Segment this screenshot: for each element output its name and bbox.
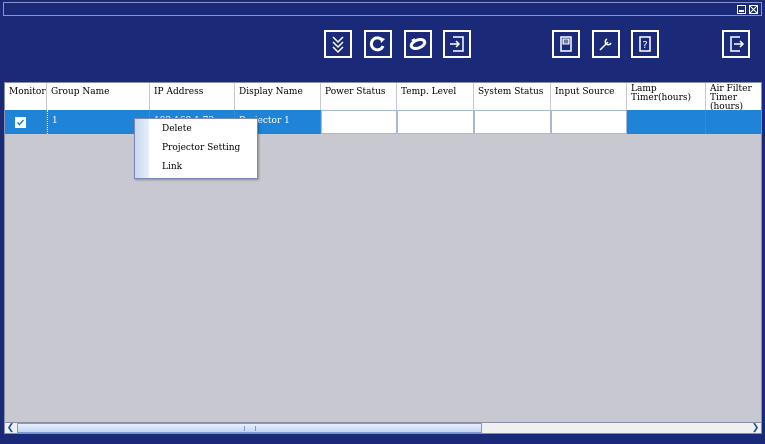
- column-header-display-name[interactable]: Display Name: [235, 83, 321, 110]
- wrench-icon: [599, 38, 612, 51]
- scroll-left-icon[interactable]: ❮: [5, 423, 16, 433]
- system-status-cell: [474, 110, 551, 134]
- settings-button[interactable]: [592, 30, 620, 58]
- table-header: Monitor Group Name IP Address Display Na…: [5, 83, 761, 111]
- column-header-group-name[interactable]: Group Name: [47, 83, 150, 110]
- import-icon: [450, 36, 464, 52]
- help-button[interactable]: ?: [631, 30, 659, 58]
- column-header-power-status[interactable]: Power Status: [321, 83, 397, 110]
- column-header-monitor[interactable]: Monitor: [5, 83, 47, 110]
- help-icon: ?: [639, 36, 651, 52]
- exit-button[interactable]: [722, 30, 750, 58]
- lamp-timer-cell: [627, 110, 706, 134]
- table-row[interactable]: 1 192.168.1.73 Projector 1: [5, 110, 761, 134]
- monitor-checkbox[interactable]: [15, 117, 26, 128]
- svg-text:?: ?: [642, 40, 647, 51]
- refresh-button[interactable]: [364, 30, 392, 58]
- scroll-right-icon[interactable]: ❯: [750, 423, 761, 433]
- temp-level-cell: [397, 110, 474, 134]
- context-menu-delete[interactable]: Delete: [162, 123, 192, 135]
- scrollbar-thumb[interactable]: [17, 423, 482, 433]
- column-header-input-source[interactable]: Input Source: [551, 83, 627, 110]
- column-header-temp-level[interactable]: Temp. Level: [397, 83, 474, 110]
- collapse-button[interactable]: [324, 30, 352, 58]
- power-status-cell: [321, 110, 397, 134]
- title-bar: [3, 2, 762, 16]
- context-menu: Delete Projector Setting Link: [134, 118, 258, 179]
- check-icon: [16, 119, 25, 126]
- save-button[interactable]: [552, 30, 580, 58]
- horizontal-scrollbar[interactable]: ❮ ❯: [4, 422, 762, 434]
- import-button[interactable]: [443, 30, 471, 58]
- column-header-lamp-timer[interactable]: Lamp Timer(hours): [627, 83, 706, 110]
- close-icon[interactable]: [749, 5, 758, 14]
- column-header-ip-address[interactable]: IP Address: [150, 83, 235, 110]
- input-source-cell: [551, 110, 627, 134]
- minimize-icon[interactable]: [737, 5, 746, 14]
- app-window: ? Monitor Group Name IP Address Display …: [0, 0, 765, 444]
- column-header-air-filter-timer[interactable]: Air Filter Timer (hours): [706, 83, 761, 111]
- context-menu-link[interactable]: Link: [162, 161, 182, 173]
- context-menu-strip: [135, 119, 149, 178]
- scrollbar-grip: [244, 426, 256, 431]
- projector-table: Monitor Group Name IP Address Display Na…: [4, 82, 762, 434]
- monitor-cell: [5, 110, 47, 134]
- save-icon: [560, 36, 572, 52]
- context-menu-projector-setting[interactable]: Projector Setting: [162, 142, 240, 154]
- toolbar: ?: [0, 18, 765, 78]
- air-filter-timer-cell: [706, 110, 761, 134]
- exit-icon: [730, 36, 745, 52]
- column-header-system-status[interactable]: System Status: [474, 83, 551, 110]
- refresh-icon: [369, 36, 385, 52]
- sync-icon: [409, 38, 427, 50]
- sync-button[interactable]: [404, 30, 432, 58]
- chevron-double-down-icon: [332, 36, 344, 54]
